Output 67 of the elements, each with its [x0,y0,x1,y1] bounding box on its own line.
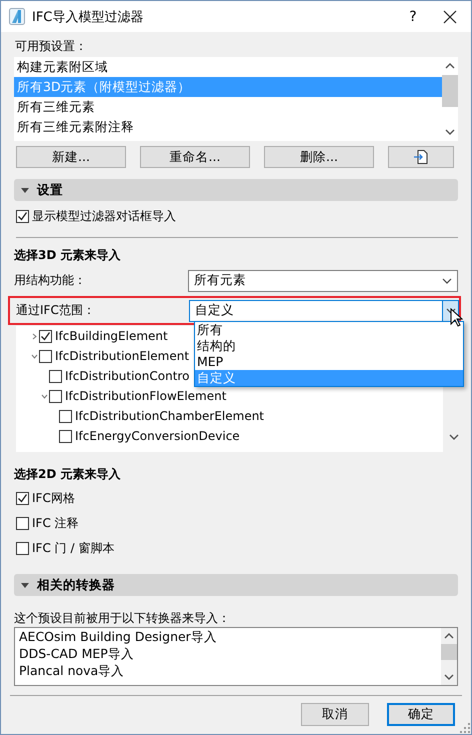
section-heading: 选择3D 元素来导入 [14,247,122,263]
scroll-down-icon[interactable] [444,674,454,680]
disclosure-triangle-icon[interactable] [21,582,29,588]
dialog-button[interactable]: 取消 [301,703,369,726]
expanded-icon[interactable] [40,394,48,398]
disclosure-triangle-icon[interactable] [21,188,29,192]
collapsed-icon[interactable] [32,332,36,340]
checkbox[interactable] [59,410,72,422]
section-header[interactable]: 设置 [14,179,458,201]
app-icon [9,8,25,25]
tree-item-label: IfcEnergyConversionDevice [75,429,240,443]
close-icon[interactable] [443,10,457,24]
resize-grip-icon[interactable] [460,723,470,733]
help-button[interactable]: ? [393,8,433,24]
checkbox[interactable] [49,390,62,402]
scroll-down-icon[interactable] [449,434,459,440]
dropdown-option[interactable]: 所有 [195,322,463,338]
checkbox[interactable] [59,430,72,442]
section-title: 设置 [37,182,63,198]
document-arrow-icon [413,149,429,165]
preset-item[interactable]: 构建元素附区域 [14,57,442,77]
preset-button[interactable]: 删除... [264,146,374,168]
checkbox[interactable] [16,210,29,222]
window-title: IFC导入模型过滤器 [32,8,144,26]
checkbox[interactable] [16,516,29,530]
expanded-icon[interactable] [30,354,38,358]
preset-item[interactable]: 所有三维元素附注释 [14,117,442,137]
dialog-button[interactable]: 确定 [387,703,455,726]
scroll-up-icon[interactable] [444,633,454,639]
scrollbar-thumb[interactable] [441,644,457,660]
dropdown-option[interactable]: MEP [195,354,463,370]
tree-item-label: IfcDistributionElement [55,349,190,363]
translator-item[interactable]: DDS-CAD MEP导入 [15,645,441,662]
translator-item[interactable]: AECOsim Building Designer导入 [15,628,441,645]
field-label: 通过IFC范围： [16,302,95,319]
checkbox[interactable] [49,370,62,382]
checkbox-label: IFC 门 / 窗脚本 [32,540,114,556]
checkbox[interactable] [16,492,29,504]
tree-item-label: IfcDistributionFlowElement [65,389,226,403]
translator-item[interactable]: Plancal nova导入 [15,662,441,679]
checkbox[interactable] [39,330,52,342]
range-dropdown[interactable]: 自定义 [189,300,459,322]
scrollbar-thumb[interactable] [442,75,458,107]
scroll-down-icon[interactable] [445,129,455,135]
checkbox-label: 显示模型过滤器对话框导入 [32,208,176,224]
preset-button[interactable]: 重命名... [140,146,250,168]
translators-note: 这个预设目前被用于以下转换器来导入： [14,610,231,626]
export-button[interactable] [388,146,454,168]
tree-item-label: IfcDistributionContro [65,369,190,383]
tree-item-label: IfcBuildingElement [55,329,168,343]
scroll-up-icon[interactable] [445,63,455,69]
dropdown-option[interactable]: 结构的 [195,338,463,354]
checkbox[interactable] [39,350,52,362]
structure-dropdown[interactable]: 所有元素 [188,270,458,292]
field-label: 用结构功能： [14,272,86,289]
chevron-down-icon [446,308,456,314]
section-title: 相关的转换器 [37,576,115,594]
preset-button[interactable]: 新建... [16,146,126,168]
tree-item-label: IfcDistributionChamberElement [75,409,264,423]
checkbox-label: IFC网格 [32,490,75,506]
checkbox[interactable] [16,542,29,554]
chevron-down-icon [442,278,452,284]
section-heading: 选择2D 元素来导入 [14,466,122,482]
section-header[interactable]: 相关的转换器 [14,574,458,596]
presets-label: 可用预设置： [14,38,88,54]
checkbox-label: IFC 注释 [32,514,79,532]
preset-item[interactable]: 所有三维元素 [14,97,442,117]
